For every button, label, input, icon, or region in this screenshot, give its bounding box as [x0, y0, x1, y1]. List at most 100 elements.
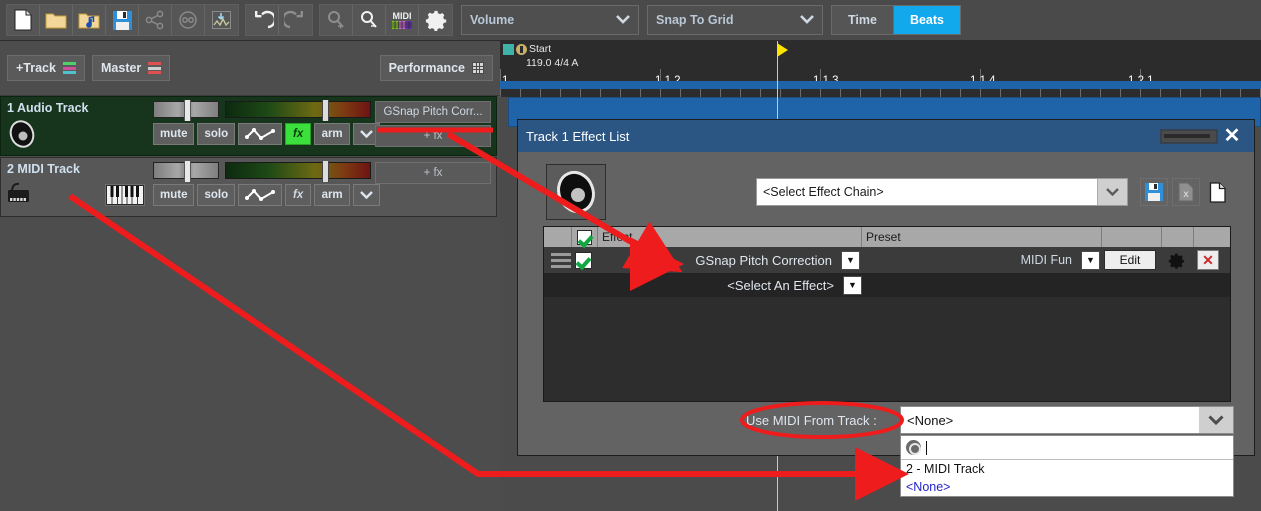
- track-row-midi[interactable]: 2 MIDI Track mute solo fx arm + fx: [0, 157, 497, 217]
- table-header-effect[interactable]: Effect: [598, 227, 862, 247]
- track-menu-chevron-icon[interactable]: [353, 184, 381, 206]
- settings-gear-icon[interactable]: [419, 5, 452, 35]
- mute-button[interactable]: mute: [153, 123, 195, 145]
- redo-icon[interactable]: [279, 5, 312, 35]
- track-panel-toolbar: +Track Master Performance: [0, 41, 500, 96]
- timeline-ruler[interactable]: Start 119.0 4/4 A 1 1.1.2 1.1.3 1.1.4 1.…: [500, 41, 1261, 97]
- undo-icon[interactable]: [246, 5, 279, 35]
- track-row-audio[interactable]: 1 Audio Track mute solo fx arm GSnap Pit…: [0, 96, 497, 156]
- arm-button[interactable]: arm: [314, 184, 351, 206]
- master-stripes-icon: [148, 62, 162, 74]
- zoom-out-icon[interactable]: [353, 5, 386, 35]
- table-row[interactable]: <Select An Effect> ▼: [544, 273, 1230, 297]
- chevron-down-icon[interactable]: [1097, 179, 1127, 205]
- drag-handle-icon[interactable]: [544, 247, 571, 273]
- dropdown-search-row[interactable]: [901, 436, 1233, 460]
- automation-curve-icon[interactable]: [238, 123, 283, 145]
- beats-toggle-button[interactable]: Beats: [893, 6, 960, 34]
- fx-slot-1[interactable]: GSnap Pitch Corr...: [375, 101, 491, 123]
- chevron-down-icon: [616, 13, 630, 27]
- row-enable-checkbox[interactable]: [570, 247, 596, 273]
- track-name-label: 1 Audio Track: [7, 101, 89, 115]
- delete-chain-icon[interactable]: x: [1172, 178, 1200, 206]
- playhead-handle-icon[interactable]: [777, 43, 788, 57]
- audio-track-icon: [7, 119, 37, 149]
- master-button[interactable]: Master: [92, 55, 171, 81]
- search-icon: [906, 440, 921, 455]
- restore-window-button[interactable]: [1160, 128, 1218, 144]
- automation-curve-icon[interactable]: [238, 184, 283, 206]
- track-panel: +Track Master Performance 1 Audio Track …: [0, 41, 500, 511]
- text-caret: [926, 440, 927, 455]
- fx-toggle-button[interactable]: fx: [285, 123, 312, 145]
- open-folder-icon[interactable]: [40, 5, 73, 35]
- gear-icon[interactable]: [1165, 250, 1187, 270]
- midi-icon[interactable]: MIDI: [386, 5, 419, 35]
- effect-select-dropdown-icon[interactable]: ▼: [841, 250, 860, 270]
- new-file-icon[interactable]: [7, 5, 40, 35]
- effect-select-dropdown-icon[interactable]: ▼: [843, 275, 862, 295]
- performance-button[interactable]: Performance: [379, 55, 493, 81]
- volume-fader[interactable]: [153, 100, 219, 121]
- mute-button[interactable]: mute: [153, 184, 195, 206]
- automation-select[interactable]: Volume: [461, 5, 639, 35]
- svg-text:x: x: [1183, 189, 1189, 200]
- snap-select[interactable]: Snap To Grid: [647, 5, 823, 35]
- track-name-label: 2 MIDI Track: [7, 162, 80, 176]
- table-header-enable-checkbox[interactable]: [572, 227, 598, 247]
- track-stripes-icon: [62, 62, 76, 74]
- table-header-remove: [1194, 227, 1226, 247]
- file-button-group: [6, 4, 239, 36]
- save-chain-icon[interactable]: [1140, 178, 1168, 206]
- level-meter: [225, 100, 371, 121]
- main-toolbar: MIDI Volume Snap To Grid Time Beats: [0, 0, 1261, 41]
- effect-list-table: Effect Preset GSnap Pitch Correction ▼ M…: [543, 226, 1231, 402]
- preset-name-label: MIDI Fun: [1020, 253, 1072, 267]
- volume-fader[interactable]: [153, 161, 219, 182]
- dropdown-option-midi-track[interactable]: 2 - MIDI Track: [901, 460, 1233, 478]
- save-icon[interactable]: [106, 5, 139, 35]
- piano-keyboard-icon[interactable]: [105, 184, 145, 206]
- history-button-group: [245, 4, 313, 36]
- table-row[interactable]: GSnap Pitch Correction ▼ MIDI Fun ▼ Edit…: [544, 247, 1230, 273]
- use-midi-from-track-select[interactable]: <None>: [900, 406, 1234, 434]
- share-icon[interactable]: [139, 5, 172, 35]
- plugin-logo-icon: [546, 164, 606, 220]
- checkbox-checked-icon[interactable]: [577, 229, 592, 245]
- master-label: Master: [101, 61, 142, 75]
- add-track-label: +Track: [16, 61, 56, 75]
- svg-text:MIDI: MIDI: [393, 11, 412, 21]
- close-icon[interactable]: ✕: [1218, 126, 1246, 146]
- ruler-minor-ticks: [500, 89, 1261, 97]
- dropdown-option-none[interactable]: <None>: [901, 478, 1233, 496]
- chevron-down-icon[interactable]: [1199, 407, 1233, 433]
- add-track-button[interactable]: +Track: [7, 55, 85, 81]
- add-fx-button[interactable]: + fx: [375, 162, 491, 184]
- open-audio-folder-icon[interactable]: [73, 5, 106, 35]
- effect-chain-select[interactable]: <Select Effect Chain>: [756, 178, 1128, 206]
- arm-button[interactable]: arm: [314, 123, 351, 145]
- close-icon[interactable]: ✕: [1197, 250, 1219, 270]
- fx-toggle-button[interactable]: fx: [285, 184, 312, 206]
- ruler-loop-bar[interactable]: [500, 81, 1261, 89]
- new-chain-icon[interactable]: [1204, 178, 1232, 206]
- start-marker[interactable]: Start: [503, 43, 551, 55]
- use-midi-from-track-dropdown[interactable]: 2 - MIDI Track <None>: [900, 435, 1234, 497]
- record-disc-icon[interactable]: [172, 5, 205, 35]
- effect-chain-value: <Select Effect Chain>: [763, 185, 884, 199]
- time-toggle-button[interactable]: Time: [832, 6, 894, 34]
- dialog-title-bar[interactable]: Track 1 Effect List ✕: [518, 120, 1254, 152]
- solo-button[interactable]: solo: [197, 184, 236, 206]
- add-fx-button[interactable]: + fx: [375, 125, 491, 147]
- track-controls: mute solo fx arm: [153, 123, 381, 145]
- zoom-in-icon[interactable]: [320, 5, 353, 35]
- solo-button[interactable]: solo: [197, 123, 236, 145]
- table-header-preset[interactable]: Preset: [862, 227, 1102, 247]
- edit-button[interactable]: Edit: [1104, 250, 1156, 270]
- checkbox-checked-icon[interactable]: [574, 251, 592, 269]
- snap-select-value: Snap To Grid: [656, 13, 734, 27]
- export-audio-icon[interactable]: [205, 5, 238, 35]
- use-midi-from-track-label: Use MIDI From Track :: [746, 413, 877, 428]
- preset-select-dropdown-icon[interactable]: ▼: [1081, 250, 1100, 270]
- level-meter: [225, 161, 371, 182]
